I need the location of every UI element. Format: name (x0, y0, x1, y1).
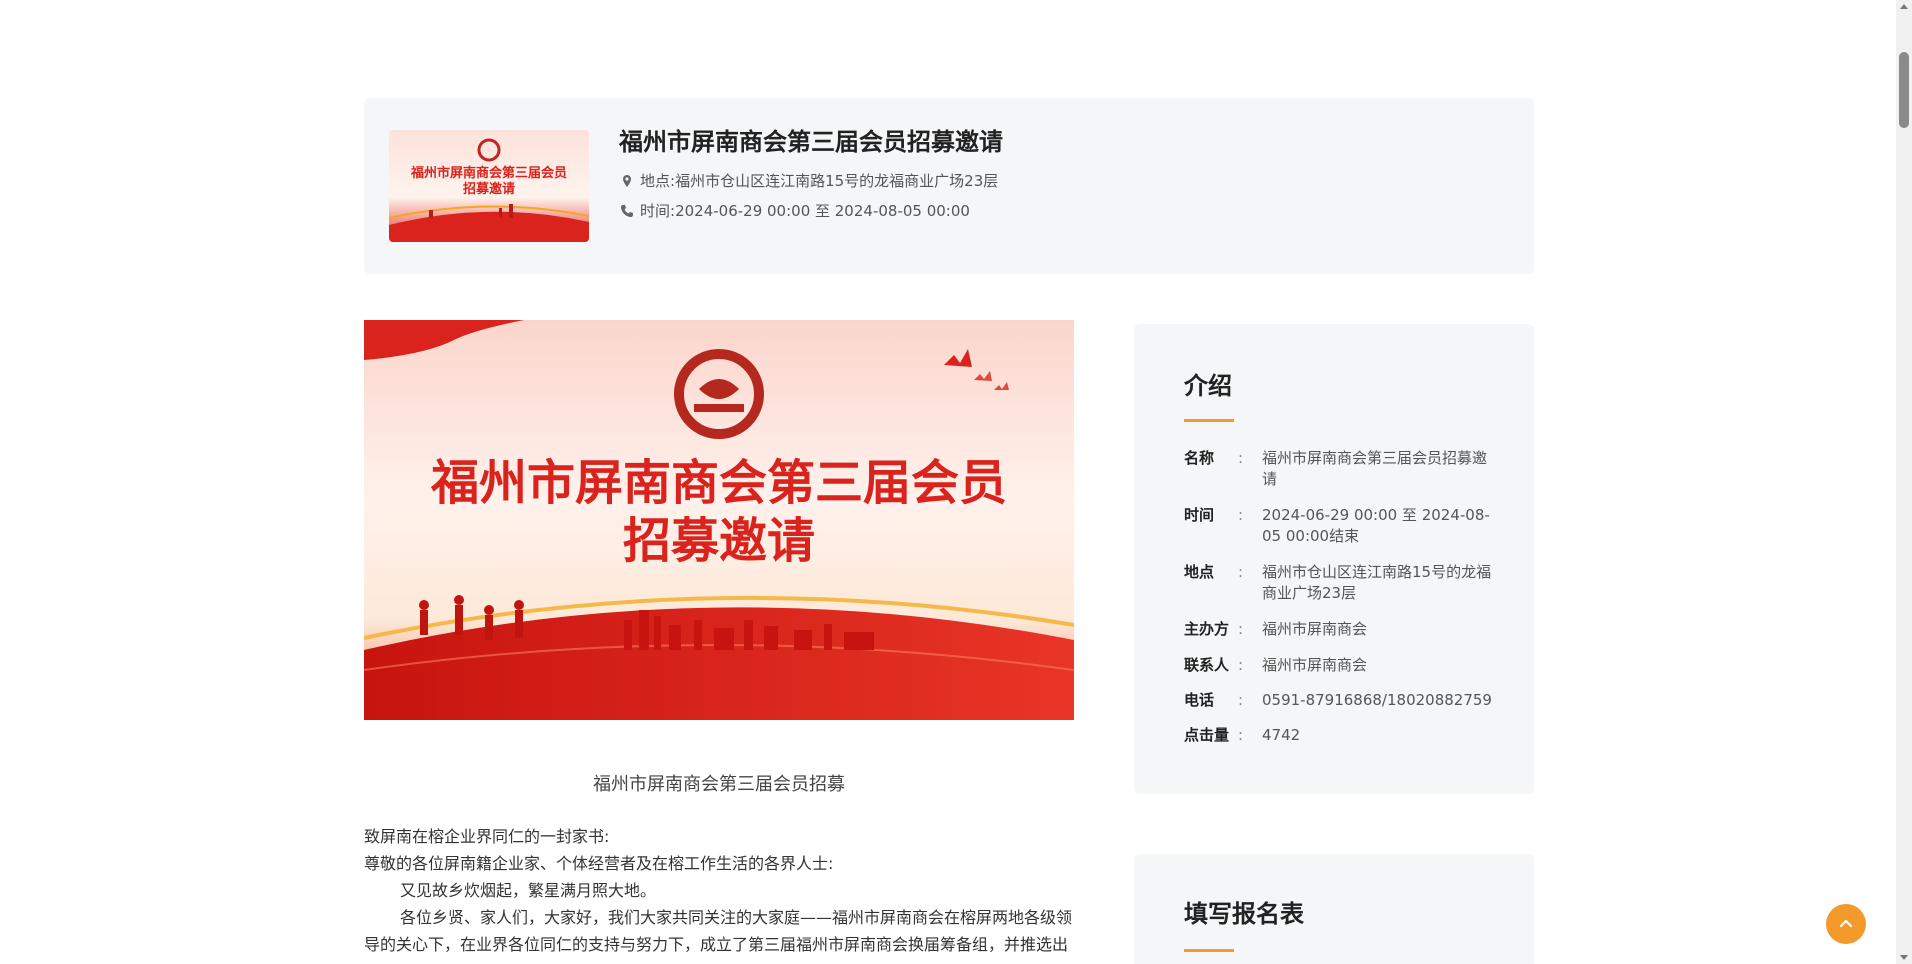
article-paragraph: 又见故乡炊烟起，繁星满月照大地。 (400, 881, 657, 900)
article-paragraph: 各位乡贤、家人们，大家好，我们大家共同关注的大家庭——福州市屏南商会在榕屏两地各… (364, 908, 1073, 954)
info-row-organizer: 主办方 : 福州市屏南商会 (1184, 619, 1504, 641)
info-key: 主办方 (1184, 620, 1230, 638)
info-row-name: 名称 : 福州市屏南商会第三届会员招募邀请 (1184, 448, 1504, 490)
page-scrollbar[interactable] (1896, 0, 1912, 964)
signup-title: 填写报名表 (1184, 900, 1304, 928)
event-header-card: 福州市屏南商会第三届会员 招募邀请 福州市屏南商会第三届会员招募邀请 地点: 福… (364, 98, 1534, 274)
info-value: 4742 (1262, 726, 1301, 744)
arrow-up-icon (1839, 919, 1853, 928)
back-to-top-button[interactable] (1826, 904, 1866, 944)
info-value: 福州市屏南商会 (1262, 620, 1368, 638)
event-thumbnail[interactable]: 福州市屏南商会第三届会员 招募邀请 (389, 130, 589, 242)
thumbnail-text-line1: 福州市屏南商会第三届会员 (410, 166, 567, 181)
info-key: 联系人 (1184, 656, 1230, 674)
info-row-views: 点击量 : 4742 (1184, 725, 1504, 747)
info-key: 名称 (1184, 449, 1215, 467)
event-address-row: 地点: 福州市仓山区连江南路15号的龙福商业广场23层 (620, 170, 998, 191)
info-colon: : (1238, 620, 1244, 638)
article-body: 致屏南在榕企业界同仁的一封家书: 尊敬的各位屏南籍企业家、个体经营者及在榕工作生… (364, 823, 1074, 958)
info-value: 福州市仓山区连江南路15号的龙福商业广场23层 (1262, 563, 1492, 602)
intro-card: 介绍 名称 : 福州市屏南商会第三届会员招募邀请 时间 : 2024-06-29… (1134, 324, 1534, 794)
info-value: 2024-06-29 00:00 至 2024-08-05 00:00结束 (1262, 506, 1490, 545)
location-icon (620, 174, 634, 188)
event-time-row: 时间: 2024-06-29 00:00 至 2024-08-05 00:00 (620, 200, 970, 221)
info-colon: : (1238, 506, 1244, 524)
info-value: 0591-87916868/18020882759 (1262, 691, 1492, 709)
event-title: 福州市屏南商会第三届会员招募邀请 (619, 128, 1003, 156)
info-key: 地点 (1184, 563, 1215, 581)
scroll-up-arrow-icon[interactable] (1900, 4, 1908, 9)
thumbnail-text-line2: 招募邀请 (462, 182, 515, 197)
banner-text-line2: 招募邀请 (622, 513, 815, 569)
signup-underline (1184, 949, 1234, 952)
intro-title: 介绍 (1184, 372, 1232, 400)
info-colon: : (1238, 726, 1244, 744)
event-banner: 福州市屏南商会第三届会员 招募邀请 (364, 320, 1074, 720)
scroll-thumb[interactable] (1899, 52, 1909, 128)
intro-underline (1184, 419, 1234, 422)
info-colon: : (1238, 691, 1244, 709)
info-colon: : (1238, 563, 1244, 581)
scroll-down-arrow-icon[interactable] (1900, 955, 1908, 960)
event-address-label: 地点: (640, 172, 676, 190)
signup-card: 填写报名表 (1134, 854, 1534, 964)
phone-icon (620, 204, 634, 218)
info-key: 点击量 (1184, 726, 1230, 744)
banner-text-line1: 福州市屏南商会第三届会员 (430, 455, 1007, 511)
info-row-time: 时间 : 2024-06-29 00:00 至 2024-08-05 00:00… (1184, 505, 1504, 547)
info-row-phone: 电话 : 0591-87916868/18020882759 (1184, 690, 1504, 712)
article-caption: 福州市屏南商会第三届会员招募 (593, 774, 845, 795)
info-row-contact: 联系人 : 福州市屏南商会 (1184, 655, 1504, 677)
info-key: 时间 (1184, 506, 1215, 524)
info-colon: : (1238, 656, 1244, 674)
event-time: 2024-06-29 00:00 至 2024-08-05 00:00 (675, 202, 970, 220)
info-row-location: 地点 : 福州市仓山区连江南路15号的龙福商业广场23层 (1184, 562, 1504, 604)
article-paragraph: 尊敬的各位屏南籍企业家、个体经营者及在榕工作生活的各界人士: (364, 854, 834, 873)
event-time-label: 时间: (640, 202, 676, 220)
event-address: 福州市仓山区连江南路15号的龙福商业广场23层 (675, 172, 999, 190)
article-paragraph: 致屏南在榕企业界同仁的一封家书: (364, 827, 610, 846)
info-key: 电话 (1184, 691, 1215, 709)
info-value: 福州市屏南商会 (1262, 656, 1368, 674)
info-colon: : (1238, 449, 1244, 467)
info-value: 福州市屏南商会第三届会员招募邀请 (1262, 449, 1488, 488)
